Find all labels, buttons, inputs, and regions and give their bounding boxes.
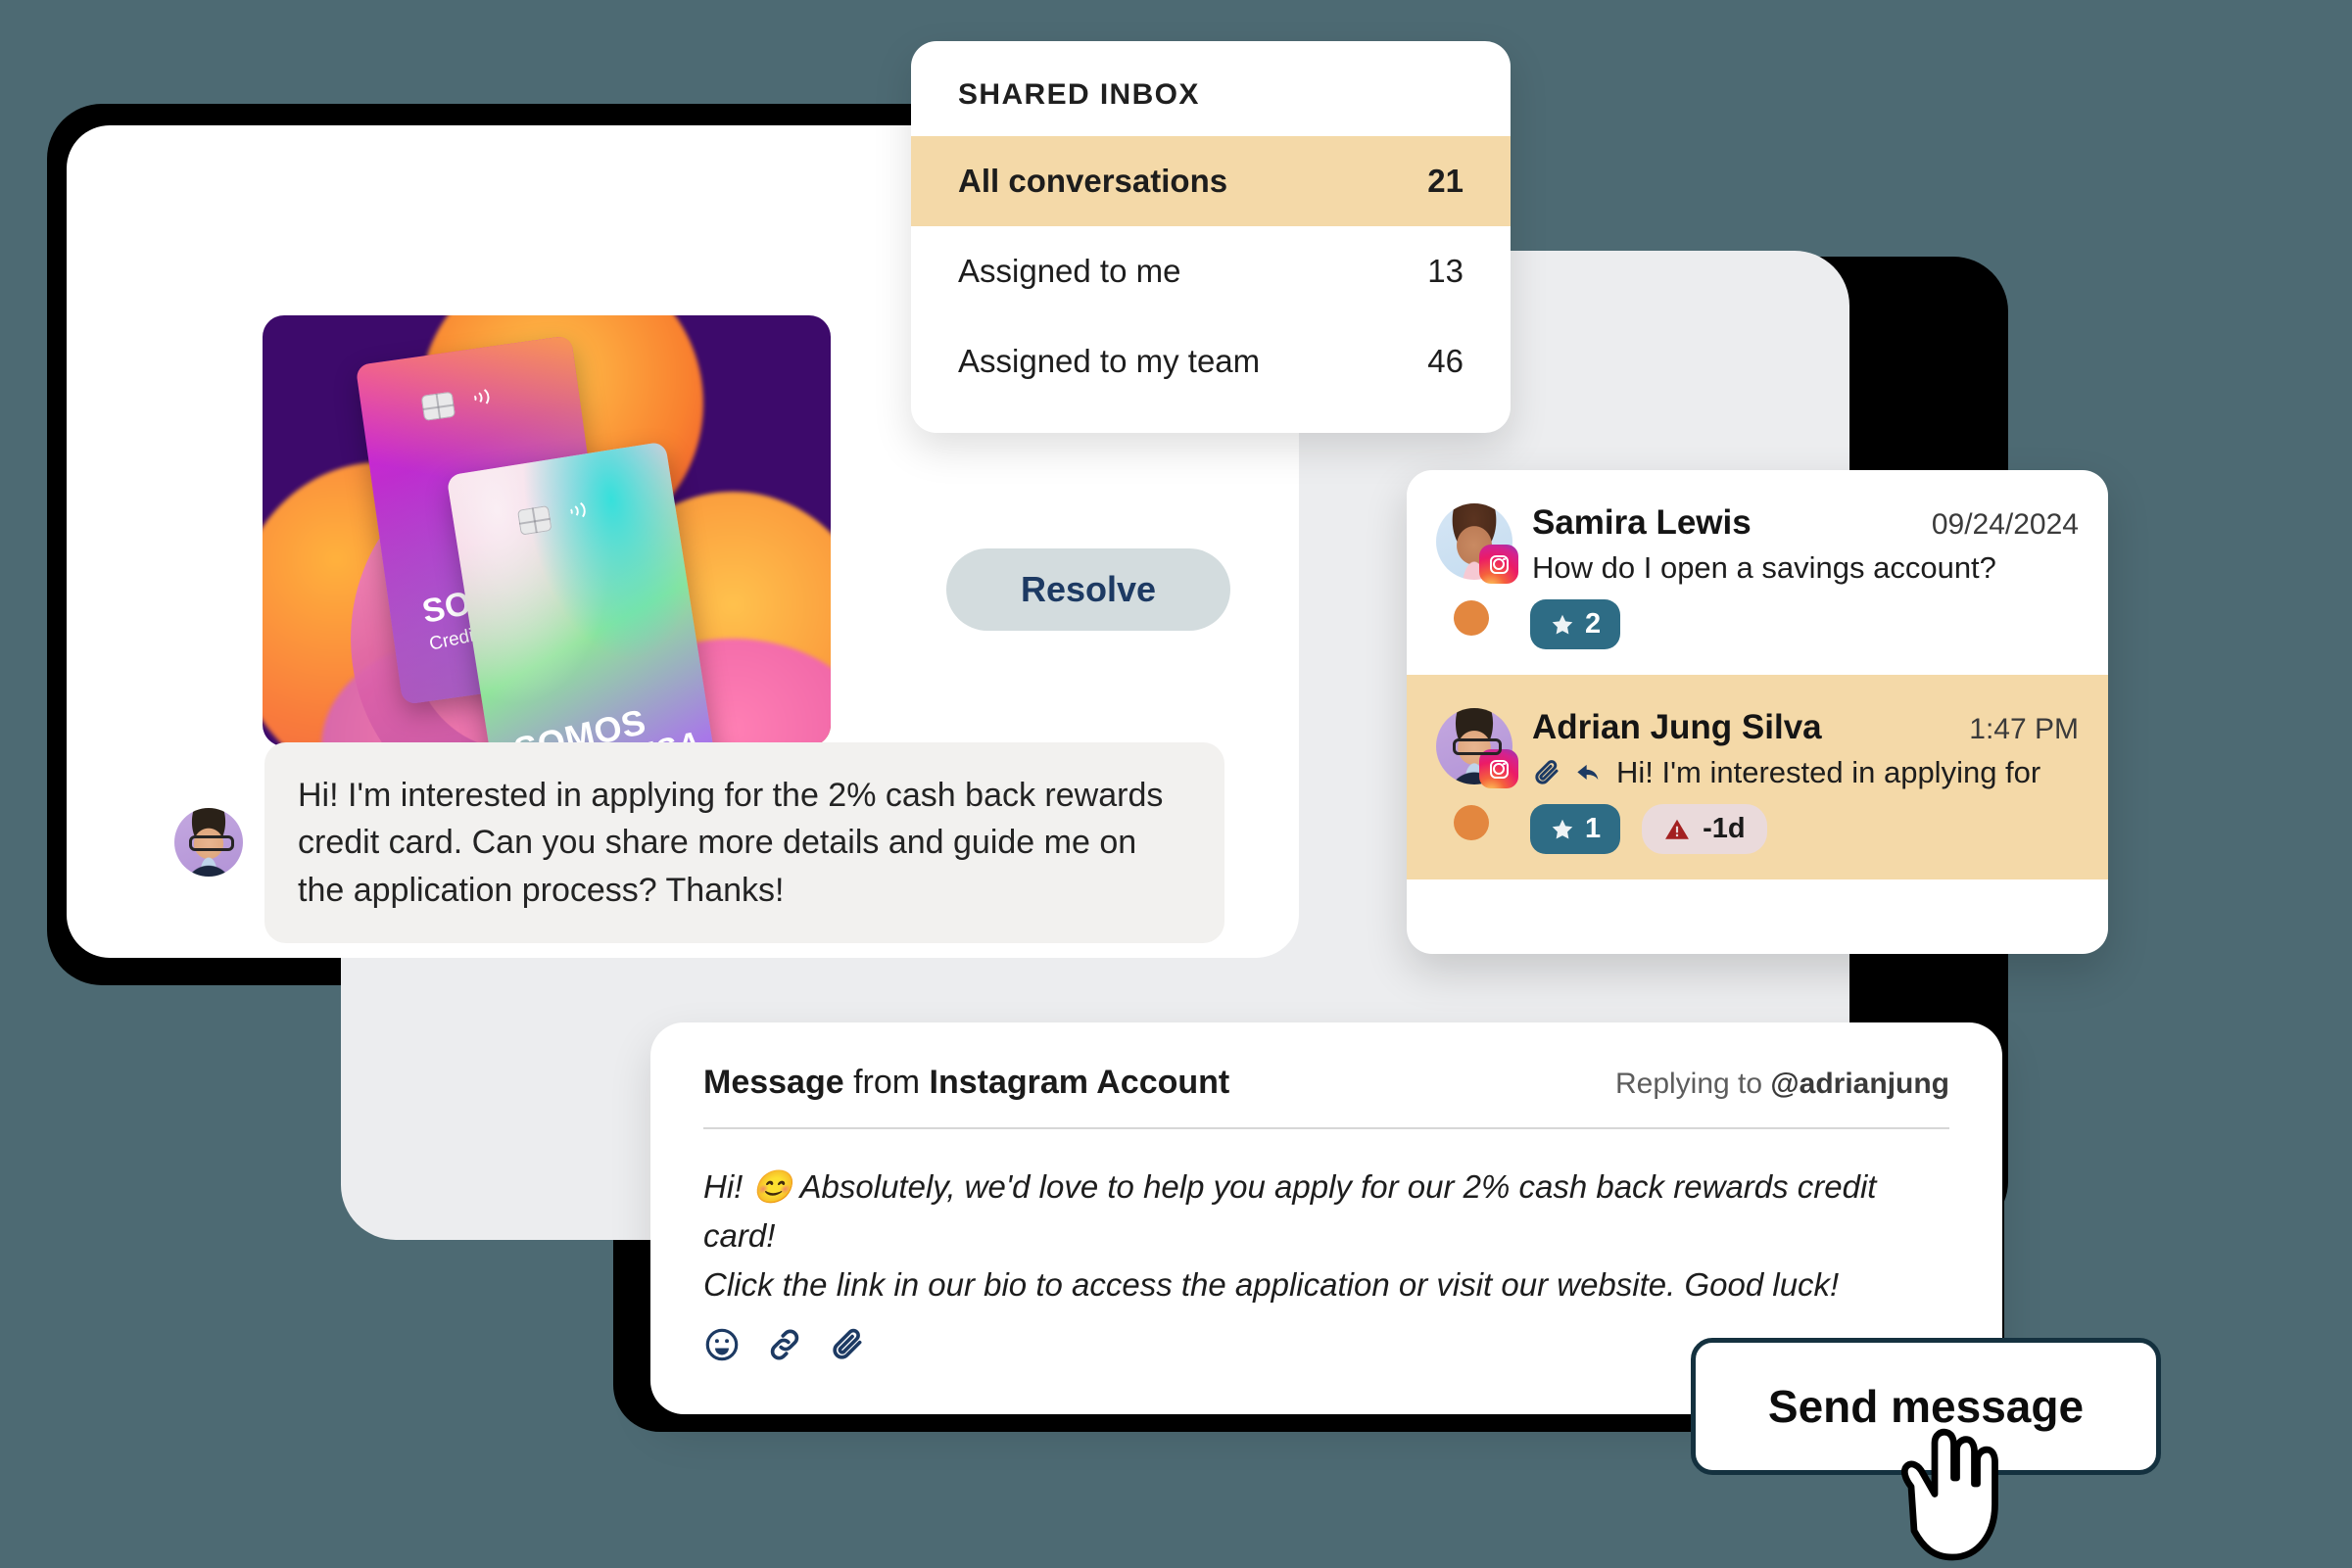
conversation-timestamp: 09/24/2024	[1931, 508, 2079, 541]
composer-from-middle: from	[843, 1064, 930, 1101]
screenshot-root: SOMOS Credit SOMOS Debit VISA Hi!	[0, 0, 2352, 1568]
message-bubble: Hi! I'm interested in applying for the 2…	[264, 742, 1224, 943]
hand-cursor-icon	[1900, 1428, 1998, 1561]
divider	[703, 1127, 1949, 1129]
conversation-sender-name: Samira Lewis	[1532, 503, 1752, 542]
credit-card-hero-image: SOMOS Credit SOMOS Debit VISA	[263, 315, 831, 746]
star-count: 1	[1585, 813, 1602, 844]
sidebar-item-all-conversations[interactable]: All conversations 21	[911, 136, 1511, 226]
conversation-sender-name: Adrian Jung Silva	[1532, 708, 1822, 746]
conversation-preview-text: How do I open a savings account?	[1532, 550, 1996, 585]
composer-replying-to: Replying to @adrianjung	[1615, 1068, 1949, 1101]
star-icon	[1552, 614, 1573, 635]
priority-star-badge: 1	[1530, 804, 1621, 854]
instagram-icon	[1479, 749, 1518, 788]
avatar	[1436, 503, 1518, 584]
card-chip-icon	[516, 504, 552, 536]
composer-body-line-1: Hi! 😊 Absolutely, we'd love to help you …	[703, 1168, 1877, 1255]
avatar	[1436, 708, 1518, 788]
conversation-list-item[interactable]: Samira Lewis 09/24/2024 How do I open a …	[1407, 470, 2108, 675]
instagram-icon	[1479, 545, 1518, 584]
priority-star-badge: 2	[1530, 599, 1621, 649]
composer-body-line-2: Click the link in our bio to access the …	[703, 1266, 1840, 1304]
conversation-list: Samira Lewis 09/24/2024 How do I open a …	[1407, 470, 2108, 954]
warning-triangle-icon	[1665, 819, 1690, 839]
composer-channel-label: Message from Instagram Account	[703, 1064, 1229, 1102]
replying-handle: @adrianjung	[1770, 1068, 1949, 1100]
sidebar-item-count: 13	[1427, 253, 1464, 289]
conversation-list-item-selected[interactable]: Adrian Jung Silva 1:47 PM Hi! I'm intere…	[1407, 675, 2108, 879]
reply-arrow-icon	[1573, 759, 1605, 786]
replying-prefix: Replying to	[1614, 1068, 1771, 1100]
conversation-timestamp: 1:47 PM	[1969, 713, 2079, 745]
contactless-icon	[465, 382, 495, 412]
overdue-badge: -1d	[1642, 804, 1767, 854]
conversation-preview-text: Hi! I'm interested in applying for	[1616, 755, 2041, 789]
sidebar-item-count: 21	[1427, 163, 1464, 199]
avatar	[174, 808, 243, 878]
star-icon	[1552, 819, 1573, 839]
attachment-icon	[1532, 758, 1561, 787]
shared-inbox-title: SHARED INBOX	[958, 78, 1200, 111]
star-count: 2	[1585, 608, 1602, 640]
emoji-icon[interactable]	[703, 1326, 741, 1363]
attachment-icon[interactable]	[829, 1326, 866, 1363]
sidebar-item-count: 46	[1427, 343, 1464, 379]
unread-status-dot	[1454, 600, 1489, 636]
resolve-button[interactable]: Resolve	[946, 548, 1230, 631]
sidebar-item-assigned-to-me[interactable]: Assigned to me 13	[911, 226, 1511, 316]
shared-inbox-panel: SHARED INBOX All conversations 21 Assign…	[911, 41, 1511, 433]
unread-status-dot	[1454, 805, 1489, 840]
sidebar-item-label: Assigned to me	[958, 253, 1181, 289]
sidebar-item-assigned-to-my-team[interactable]: Assigned to my team 46	[911, 316, 1511, 406]
composer-input[interactable]: Hi! 😊 Absolutely, we'd love to help you …	[703, 1163, 1949, 1309]
link-icon[interactable]	[766, 1326, 803, 1363]
composer-from-prefix: Message	[703, 1064, 844, 1101]
debit-card-front: SOMOS Debit VISA	[446, 441, 720, 746]
sidebar-item-label: Assigned to my team	[958, 343, 1261, 379]
composer-account-name: Instagram Account	[929, 1064, 1230, 1101]
contactless-icon	[561, 496, 591, 527]
incoming-message: Hi! I'm interested in applying for the 2…	[174, 742, 1224, 943]
card-chip-icon	[420, 391, 456, 421]
overdue-label: -1d	[1703, 813, 1746, 844]
sidebar-item-label: All conversations	[958, 163, 1228, 199]
message-text: Hi! I'm interested in applying for the 2…	[298, 777, 1164, 909]
